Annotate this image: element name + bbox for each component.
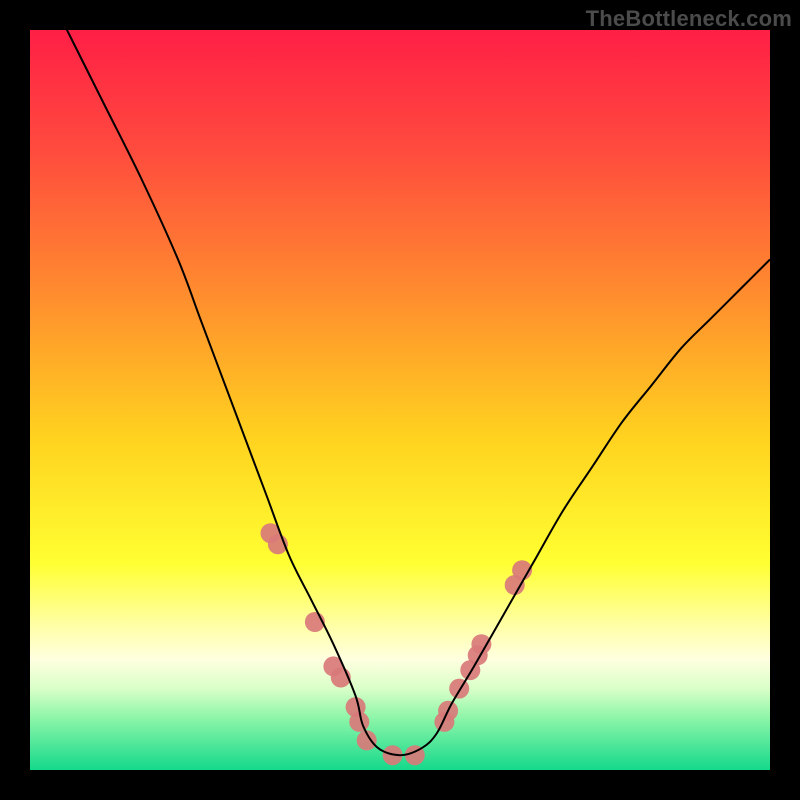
curve-marker — [471, 634, 491, 654]
chart-container: TheBottleneck.com — [0, 0, 800, 800]
bottleneck-curve — [30, 30, 770, 755]
plot-area — [30, 30, 770, 770]
marker-group — [261, 523, 533, 765]
curve-marker — [449, 679, 469, 699]
watermark-text: TheBottleneck.com — [586, 6, 792, 32]
curve-layer — [30, 30, 770, 770]
